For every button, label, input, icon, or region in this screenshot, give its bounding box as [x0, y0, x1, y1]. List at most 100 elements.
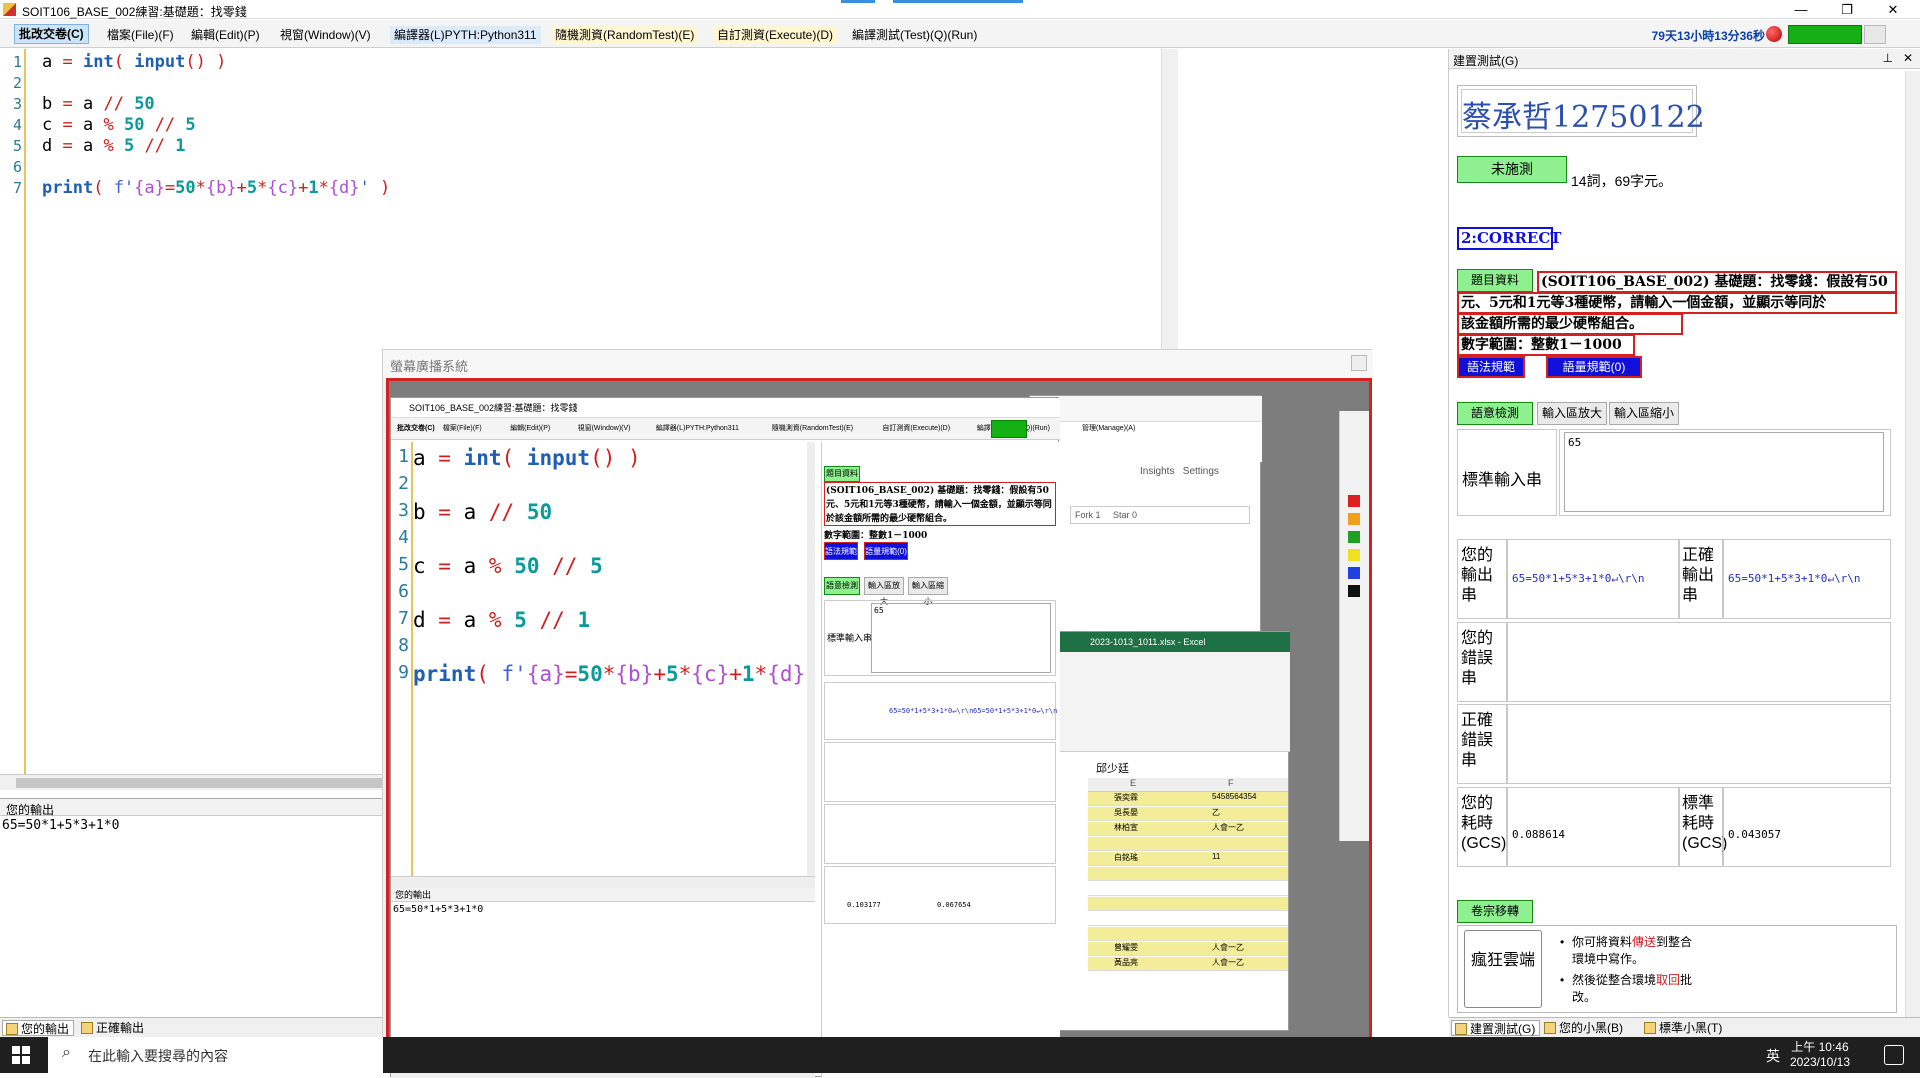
tab-enlarge-input[interactable]: 輸入區放大: [1537, 402, 1607, 425]
ime-indicator[interactable]: 英: [1766, 1046, 1780, 1066]
menu-custom-test[interactable]: 自訂測資(Execute)(D): [713, 26, 838, 44]
line-number: 6: [12, 158, 22, 176]
menu-random-test[interactable]: 隨機測資(RandomTest)(E): [551, 26, 699, 44]
menu-edit[interactable]: 編輯(Edit)(P): [187, 26, 264, 44]
tab-your-output[interactable]: 您的輸出: [2, 1020, 75, 1036]
document-icon: [1644, 1022, 1656, 1034]
std-input-field[interactable]: 65: [1564, 432, 1884, 512]
menu-bar: 批改交卷(C) 檔案(File)(F) 編輯(Edit)(P) 視窗(Windo…: [0, 20, 1920, 48]
mirrored-menu-item: 編譯器(L)PYTH:Python311: [655, 425, 739, 432]
drawing-toolbar: [1339, 411, 1369, 841]
question-data-button[interactable]: 題目資料: [1457, 269, 1533, 292]
result-badge: 2:CORRECT: [1457, 227, 1561, 250]
build-test-panel: 建置測試(G) ⊥ ✕ 蔡承哲12750122 未施測 14詞，69字元。 2:…: [1448, 49, 1920, 1037]
excel-window: 2023-1013_1011.xlsx - Excel 邱少廷 EF 張奕霖 54…: [1059, 631, 1290, 1031]
status-button[interactable]: 未施測: [1457, 156, 1567, 183]
maximize-button[interactable]: ❐: [1824, 0, 1870, 19]
tab-correct-output[interactable]: 正確輸出: [78, 1020, 148, 1036]
search-placeholder: 在此輸入要搜尋的內容: [88, 1048, 228, 1064]
screen-broadcast-window[interactable]: 螢幕廣播系統 Insights Settings Fork 1 Star 0 2…: [382, 349, 1373, 1078]
window-title: SOIT106_BASE_002練習:基礎題：找零錢: [22, 5, 247, 19]
code-line[interactable]: d = a % 5 // 1: [42, 136, 185, 156]
code-line[interactable]: print( f'{a}=50*{b}+5*{c}+1*{d}' ): [42, 178, 390, 198]
status-indicator-empty: [1864, 25, 1886, 44]
move-section-box: 瘋狂雲端 • 你可將資料傳送到整合環境中寫作。 • 然後從整合環境取回批改。: [1457, 925, 1897, 1013]
mirrored-code-line: a = int( input() ): [413, 446, 641, 470]
correct-error-cell: [1507, 704, 1891, 784]
question-range: 數字範圍：整數1－1000: [1457, 334, 1635, 356]
mirrored-line-number: 8: [398, 635, 409, 656]
broadcast-close-button[interactable]: [1351, 355, 1367, 371]
label-cell: 正確輸出串: [1679, 539, 1723, 619]
cloud-button[interactable]: 瘋狂雲端: [1464, 930, 1542, 1008]
mirrored-tab: 語意檢測: [824, 577, 860, 595]
mirrored-menu-item: 視窗(Window)(V): [577, 425, 631, 432]
code-line[interactable]: c = a % 50 // 5: [42, 115, 196, 135]
tab-semantic-check[interactable]: 語意檢測: [1457, 402, 1533, 425]
menu-compiler[interactable]: 編譯器(L)PYTH:Python311: [390, 26, 541, 44]
mirrored-std-input: 65: [871, 603, 1051, 673]
tab-your-blackbox[interactable]: 您的小黑(B): [1541, 1020, 1627, 1036]
label-cell: 您的耗時(GCS): [1457, 787, 1507, 867]
instruction-highlight: 取回: [1656, 973, 1681, 987]
your-output-value: 65=50*1+5*3+1*0↵\r\n: [1512, 572, 1645, 585]
excel-cell: 林柏宣: [1114, 823, 1138, 832]
line-number: 1: [12, 53, 22, 71]
countdown-timer: 79天13小時13分36秒: [1651, 29, 1765, 43]
excel-row: [1088, 897, 1288, 911]
document-icon: [1544, 1022, 1556, 1034]
question-title: (SOIT106_BASE_002) 基礎題：找零錢：假設有50: [1537, 271, 1897, 293]
line-number: 2: [12, 74, 22, 92]
tab-build-test[interactable]: 建置測試(G): [1451, 1020, 1541, 1036]
excel-cell: 5458564354: [1212, 792, 1257, 801]
mirrored-code-line: print( f'{a}=50*{b}+5*{c}+1*{d}' ): [413, 662, 868, 686]
amount-rules-button[interactable]: 語量規範(0): [1546, 356, 1642, 378]
tab-shrink-input[interactable]: 輸入區縮小: [1609, 402, 1679, 425]
broadcast-title-bar: 螢幕廣播系統: [383, 350, 1373, 378]
mirrored-output-header: 您的輸出: [391, 888, 815, 902]
syntax-rules-button[interactable]: 語法規範: [1457, 356, 1525, 378]
close-icon[interactable]: ✕: [1903, 51, 1913, 65]
your-time-cell: 0.088614: [1507, 787, 1679, 867]
output-tabs: 您的輸出 正確輸出: [0, 1017, 420, 1037]
std-time-cell: 0.043057: [1723, 787, 1891, 867]
taskbar-search[interactable]: ⌕ 在此輸入要搜尋的內容: [48, 1037, 383, 1073]
menu-window[interactable]: 視窗(Window)(V): [276, 26, 375, 44]
mirrored-tab: 輸入區放大: [864, 577, 904, 606]
tab-std-blackbox[interactable]: 標準小黑(T): [1641, 1020, 1726, 1036]
move-section-button[interactable]: 卷宗移轉: [1457, 900, 1533, 923]
code-line[interactable]: a = int( input() ): [42, 52, 226, 72]
panel-scrollbar[interactable]: [1905, 71, 1920, 1017]
correct-output-cell: 65=50*1+5*3+1*0↵\r\n: [1723, 539, 1891, 619]
windows-start-icon[interactable]: [12, 1046, 30, 1064]
panel-bottom-tabs: 建置測試(G) 您的小黑(B) 標準小黑(T): [1449, 1017, 1920, 1037]
excel-row: 吳長晏 乙: [1088, 807, 1288, 821]
minimize-button[interactable]: —: [1778, 0, 1824, 19]
notification-icon[interactable]: [1884, 1045, 1904, 1065]
excel-row: [1088, 912, 1288, 926]
close-button[interactable]: ✕: [1870, 0, 1916, 19]
excel-cell: 人會一乙: [1212, 943, 1244, 952]
mirrored-menu-item: 檔案(File)(F): [442, 425, 482, 432]
excel-row: 黃品亮 人會一乙: [1088, 957, 1288, 971]
line-gutter: 1 2 3 4 5 6 7: [0, 49, 26, 774]
clock[interactable]: 上午 10:46 2023/10/13: [1790, 1040, 1850, 1070]
document-icon: [6, 1023, 18, 1035]
menu-file[interactable]: 檔案(File)(F): [103, 26, 178, 44]
std-input-label-cell: 標準輸入串: [1457, 429, 1557, 516]
excel-cell: 白銘瑤: [1114, 853, 1138, 862]
mirrored-tab: 輸入區縮小: [908, 577, 948, 606]
excel-cell: 吳長晏: [1114, 808, 1138, 817]
menu-compile-test[interactable]: 編譯測試(Test)(Q)(Run): [848, 26, 981, 44]
tab-label: 標準小黑(T): [1659, 1021, 1723, 1035]
code-line[interactable]: b = a // 50: [42, 94, 155, 114]
clock-date: 2023/10/13: [1789, 1055, 1850, 1069]
correct-output-label: 正確輸出串: [1682, 547, 1715, 604]
pin-icon[interactable]: ⊥: [1883, 51, 1893, 65]
mirrored-amount-button: 語量規範(0): [864, 542, 908, 560]
mirrored-line-number: 2: [398, 473, 409, 494]
search-icon: ⌕: [62, 1044, 71, 1061]
your-output-cell: 65=50*1+5*3+1*0↵\r\n: [1507, 539, 1679, 619]
line-number: 3: [12, 95, 22, 113]
menu-submit[interactable]: 批改交卷(C): [14, 24, 89, 44]
